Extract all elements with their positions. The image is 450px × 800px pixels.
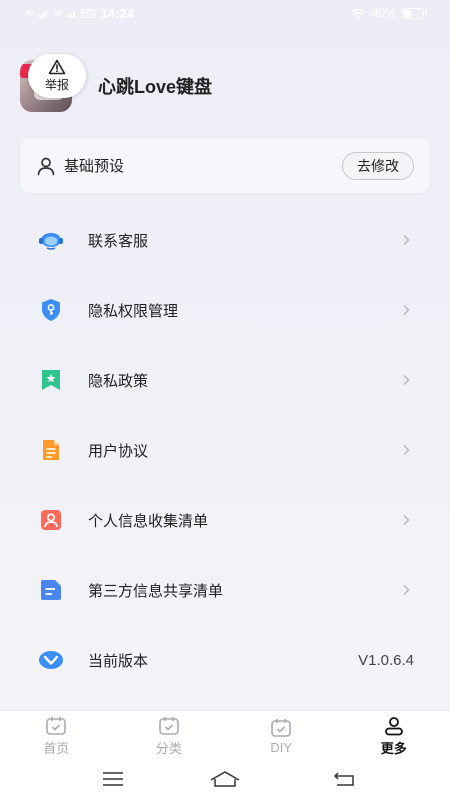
menu-label: 当前版本 [88, 652, 149, 670]
bottom-tab-bar: 首页 分类 DIY 更多 [0, 710, 450, 762]
agreement-doc-icon [38, 437, 64, 463]
signal-bars-icon [39, 9, 49, 18]
modify-preset-button[interactable]: 去修改 [342, 151, 414, 180]
menu-item-privacy-policy[interactable]: 隐私政策 [0, 345, 450, 415]
report-button[interactable]: 举报 [28, 54, 86, 98]
policy-bookmark-icon [38, 367, 64, 393]
version-value: V1.0.6.4 [358, 651, 414, 669]
battery-icon [402, 7, 427, 19]
user-icon [37, 157, 55, 175]
category-calendar-icon [158, 717, 179, 735]
wifi-icon [351, 8, 366, 19]
personal-info-icon [38, 507, 64, 533]
app-name: 心跳Love键盘 [98, 77, 213, 97]
more-user-icon [384, 717, 403, 736]
tab-label: 分类 [155, 741, 182, 756]
chevron-right-icon [403, 305, 410, 315]
tab-label: 更多 [380, 741, 407, 756]
menu-item-third-party-sharing[interactable]: 第三方信息共享清单 [0, 555, 450, 625]
home-icon[interactable] [210, 770, 240, 788]
menu-item-privacy-permissions[interactable]: 隐私权限管理 [0, 275, 450, 345]
status-time: 14:24 [100, 6, 135, 21]
signal-bars-icon [66, 9, 77, 18]
menu-label: 联系客服 [88, 232, 149, 250]
chevron-right-icon [403, 375, 410, 385]
customer-service-icon [38, 227, 64, 253]
tab-diy[interactable]: DIY [225, 711, 338, 762]
preset-card: 基础预设 去修改 [20, 138, 430, 193]
menu-lines-icon[interactable] [101, 770, 125, 788]
battery-percent: 40% [371, 6, 396, 20]
tab-home[interactable]: 首页 [0, 711, 113, 762]
diy-calendar-icon [271, 719, 292, 737]
report-label: 举报 [44, 78, 69, 92]
tab-category[interactable]: 分类 [113, 711, 226, 762]
preset-label: 基础预设 [64, 158, 125, 175]
system-navigation-bar [0, 762, 450, 800]
menu-item-customer-service[interactable]: 联系客服 [0, 205, 450, 275]
status-bar: 4G 5G HD 14:24 40% [0, 0, 450, 28]
tab-label: DIY [270, 740, 293, 755]
battery-level-fill [404, 9, 411, 17]
menu-label: 第三方信息共享清单 [88, 582, 224, 600]
chevron-right-icon [403, 445, 410, 455]
menu-item-personal-info-list[interactable]: 个人信息收集清单 [0, 485, 450, 555]
home-calendar-icon [46, 717, 67, 735]
chevron-right-icon [403, 585, 410, 595]
third-party-doc-icon [38, 577, 64, 603]
menu-item-current-version[interactable]: 当前版本 V1.0.6.4 [0, 625, 450, 695]
tab-more[interactable]: 更多 [338, 711, 450, 762]
chevron-right-icon [403, 235, 410, 245]
signal-4g-label: 4G [26, 9, 36, 17]
chevron-right-icon [403, 515, 410, 525]
privacy-shield-icon [38, 297, 64, 323]
menu-label: 个人信息收集清单 [88, 512, 209, 530]
settings-menu: 联系客服 隐私权限管理 隐私政策 用户协议 个人信息收集清单 第三方信息共享清单… [0, 205, 450, 695]
menu-label: 隐私权限管理 [88, 302, 179, 320]
menu-item-user-agreement[interactable]: 用户协议 [0, 415, 450, 485]
menu-label: 用户协议 [88, 442, 149, 460]
signal-5g-label: 5G [53, 9, 63, 17]
back-icon[interactable] [333, 770, 357, 788]
version-icon [38, 647, 64, 673]
tab-label: 首页 [43, 741, 70, 756]
status-right: 40% [351, 6, 427, 20]
menu-label: 隐私政策 [88, 372, 149, 390]
status-left: 4G 5G HD 14:24 [26, 6, 134, 21]
warning-triangle-icon [48, 59, 66, 75]
hd-badge: HD [80, 9, 95, 18]
